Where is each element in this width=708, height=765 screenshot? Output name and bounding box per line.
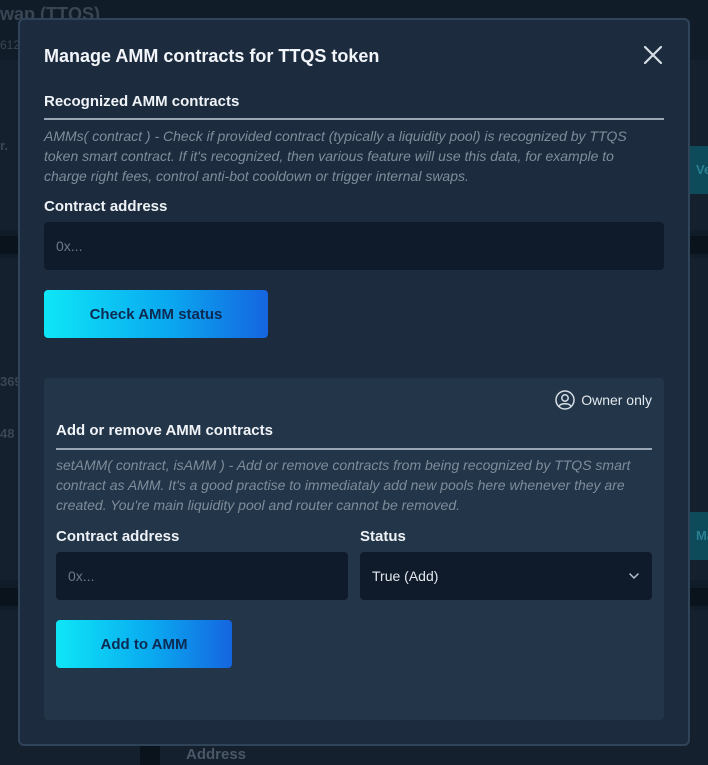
background-number: 48 bbox=[0, 426, 15, 441]
contract-address-label: Contract address bbox=[56, 528, 180, 545]
close-icon bbox=[643, 45, 663, 65]
background-label: r. bbox=[0, 138, 8, 153]
manage-amm-modal: Manage AMM contracts for TTQS token Reco… bbox=[18, 18, 690, 746]
status-label: Status bbox=[360, 528, 406, 545]
add-to-amm-button[interactable]: Add to AMM bbox=[56, 620, 232, 668]
close-button[interactable] bbox=[642, 44, 664, 66]
background-address-label: Address bbox=[186, 746, 247, 763]
owner-only-label: Owner only bbox=[581, 392, 652, 408]
background-cyan-button: Ve bbox=[688, 146, 708, 194]
owner-only-badge: Owner only bbox=[555, 390, 652, 410]
add-remove-amm-description: setAMM( contract, isAMM ) - Add or remov… bbox=[56, 457, 631, 513]
recognized-amm-description: AMMs( contract ) - Check if provided con… bbox=[44, 128, 627, 184]
recognized-amm-heading: Recognized AMM contracts bbox=[44, 93, 240, 110]
add-remove-amm-heading: Add or remove AMM contracts bbox=[56, 422, 273, 439]
user-circle-icon bbox=[555, 390, 575, 410]
background-cyan-button: Ma bbox=[688, 512, 708, 560]
check-amm-status-button[interactable]: Check AMM status bbox=[44, 290, 268, 338]
section-divider bbox=[44, 118, 664, 120]
contract-address-label: Contract address bbox=[44, 198, 168, 215]
status-selected-value: True (Add) bbox=[372, 568, 439, 584]
status-select[interactable]: True (Add) bbox=[360, 552, 652, 600]
modal-title: Manage AMM contracts for TTQS token bbox=[44, 46, 380, 66]
set-contract-address-input[interactable] bbox=[56, 552, 348, 600]
check-contract-address-input[interactable] bbox=[44, 222, 664, 270]
chevron-down-icon bbox=[629, 573, 639, 579]
section-divider bbox=[56, 448, 652, 450]
add-remove-amm-panel: Owner only Add or remove AMM contracts s… bbox=[44, 378, 664, 720]
